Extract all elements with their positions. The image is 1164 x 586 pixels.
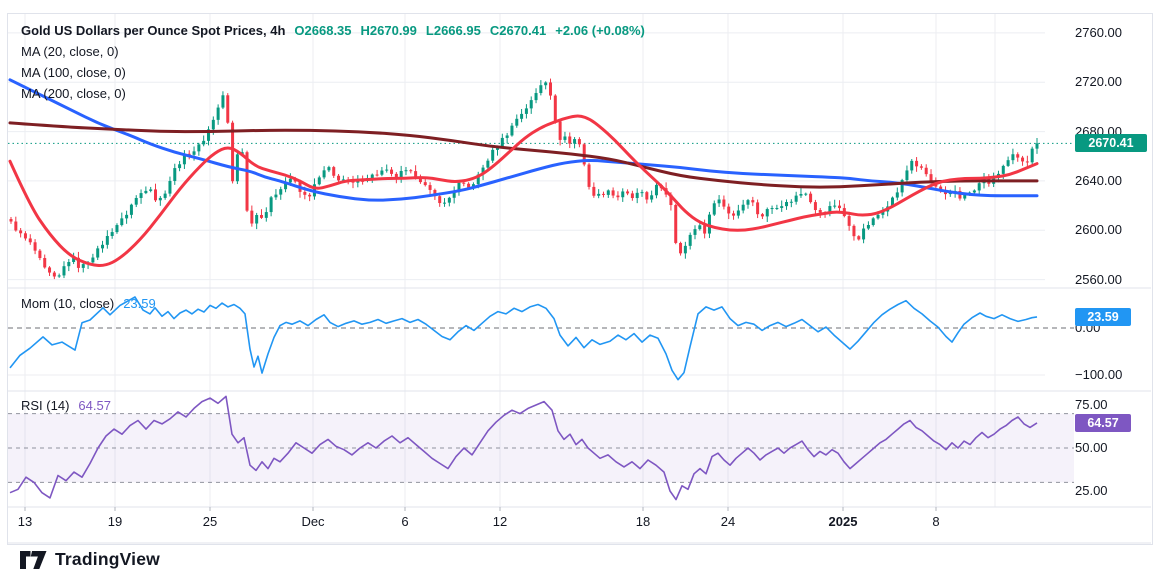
price-tick-2600.00: 2600.00 (1075, 222, 1122, 238)
time-tick-12: 12 (492, 514, 508, 529)
price-tick-2720.00: 2720.00 (1075, 74, 1122, 90)
rsi-legend-value: 64.57 (78, 398, 111, 413)
rsi-legend[interactable]: RSI (14) 64.57 (21, 398, 111, 413)
momentum-legend[interactable]: Mom (10, close) 23.59 (21, 296, 156, 311)
symbol-title: Gold US Dollars per Ounce Spot Prices, 4… (21, 23, 286, 38)
ohlc-change: +2.06 (+0.08%) (555, 23, 645, 38)
ma200-legend[interactable]: MA (200, close, 0) (21, 83, 645, 104)
ohlc-open: O2668.35 (294, 23, 352, 38)
rsi-tick-50.00: 50.00 (1075, 440, 1108, 455)
time-tick-18: 18 (635, 514, 651, 529)
symbol-legend-row[interactable]: Gold US Dollars per Ounce Spot Prices, 4… (21, 20, 645, 41)
time-tick-8: 8 (932, 514, 940, 529)
momentum-legend-label: Mom (10, close) (21, 296, 115, 311)
rsi-tick-75.00: 75.00 (1075, 397, 1108, 412)
rsi-legend-label: RSI (14) (21, 398, 70, 413)
last-price-badge: 2670.41 (1075, 134, 1147, 153)
momentum-legend-value: 23.59 (123, 296, 156, 311)
momentum-tick-−100.00: −100.00 (1075, 367, 1123, 382)
tradingview-logo-text: TradingView (55, 549, 160, 569)
ma20-legend[interactable]: MA (20, close, 0) (21, 41, 645, 62)
chart-widget: Gold US Dollars per Ounce Spot Prices, 4… (0, 0, 1164, 586)
ohlc-close: C2670.41 (489, 23, 547, 38)
ohlc-high: H2670.99 (360, 23, 417, 38)
time-tick-25: 25 (202, 514, 218, 529)
time-tick-13: 13 (17, 514, 33, 529)
rsi-tick-25.00: 25.00 (1075, 483, 1108, 498)
time-tick-19: 19 (107, 514, 123, 529)
ohlc-low: L2666.95 (425, 23, 481, 38)
tradingview-logo[interactable]: TradingView (20, 549, 160, 570)
main-legend: Gold US Dollars per Ounce Spot Prices, 4… (21, 20, 645, 104)
time-tick-24: 24 (720, 514, 736, 529)
price-tick-2760.00: 2760.00 (1075, 24, 1122, 40)
time-tick-6: 6 (401, 514, 409, 529)
rsi-value-badge: 64.57 (1075, 413, 1131, 432)
price-tick-2560.00: 2560.00 (1075, 271, 1122, 287)
ma100-legend[interactable]: MA (100, close, 0) (21, 62, 645, 83)
tradingview-logo-icon (20, 550, 47, 569)
price-tick-2640.00: 2640.00 (1075, 172, 1122, 188)
time-tick-2025: 2025 (828, 514, 858, 529)
time-tick-Dec: Dec (301, 514, 325, 529)
momentum-value-badge: 23.59 (1075, 307, 1131, 326)
